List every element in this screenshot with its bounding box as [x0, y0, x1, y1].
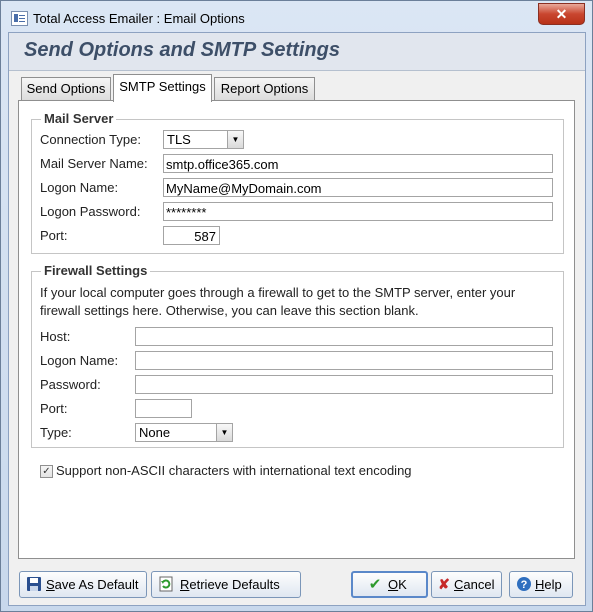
- smtp-settings-panel: Mail Server Connection Type: TLS ▼ Mail …: [18, 100, 575, 559]
- tab-smtp-settings[interactable]: SMTP Settings: [113, 74, 212, 102]
- help-icon: ?: [516, 576, 532, 592]
- port-input[interactable]: 587: [163, 226, 220, 245]
- firewall-description-line1: If your local computer goes through a fi…: [40, 285, 516, 300]
- logon-name-input[interactable]: MyName@MyDomain.com: [163, 178, 553, 197]
- help-button[interactable]: ? Help: [509, 571, 573, 598]
- retrieve-defaults-button[interactable]: Retrieve Defaults: [151, 571, 301, 598]
- chevron-down-icon[interactable]: ▼: [227, 131, 243, 148]
- cancel-x-icon: ✘: [438, 576, 450, 592]
- page-title: Send Options and SMTP Settings: [24, 39, 340, 61]
- form-client-area: Send Options and SMTP Settings Send Opti…: [8, 32, 586, 606]
- fw-password-input[interactable]: [135, 375, 553, 394]
- unicode-checkbox[interactable]: ✓: [40, 465, 53, 478]
- retrieve-defaults-label: Retrieve Defaults: [180, 577, 280, 592]
- fw-logon-name-label: Logon Name:: [40, 353, 119, 368]
- ok-button[interactable]: ✔ OK: [351, 571, 428, 598]
- title-bar[interactable]: Total Access Emailer : Email Options ✕: [1, 1, 592, 33]
- svg-text:?: ?: [521, 579, 528, 591]
- fw-type-value: None: [139, 425, 171, 440]
- form-icon: [11, 11, 28, 26]
- chevron-down-icon[interactable]: ▼: [216, 424, 232, 441]
- tab-send-options[interactable]: Send Options: [21, 77, 111, 100]
- connection-type-select[interactable]: TLS ▼: [163, 130, 244, 149]
- save-as-default-label: Save As Default: [46, 577, 139, 592]
- fw-port-label: Port:: [40, 401, 68, 416]
- tab-report-options[interactable]: Report Options: [214, 77, 315, 100]
- port-label: Port:: [40, 228, 68, 243]
- connection-type-value: TLS: [167, 132, 191, 147]
- mail-server-title: Mail Server: [41, 111, 117, 126]
- logon-password-input[interactable]: ********: [163, 202, 553, 221]
- fw-type-label: Type:: [40, 425, 72, 440]
- form-header: Send Options and SMTP Settings: [9, 33, 585, 71]
- cancel-button[interactable]: ✘ Cancel: [431, 571, 502, 598]
- fw-host-label: Host:: [40, 329, 71, 344]
- connection-type-label: Connection Type:: [40, 132, 141, 147]
- firewall-description-line2: firewall settings here. Otherwise, you c…: [40, 303, 419, 318]
- fw-host-input[interactable]: [135, 327, 553, 346]
- refresh-document-icon: [158, 576, 174, 592]
- unicode-option-label: Support non-ASCII characters with intern…: [56, 463, 412, 478]
- logon-name-label: Logon Name:: [40, 180, 119, 195]
- fw-logon-name-input[interactable]: [135, 351, 553, 370]
- logon-password-label: Logon Password:: [40, 204, 141, 219]
- firewall-title: Firewall Settings: [41, 263, 151, 278]
- server-name-label: Mail Server Name:: [40, 156, 148, 171]
- ok-label: OK: [388, 577, 407, 592]
- save-as-default-button[interactable]: Save As Default: [19, 571, 147, 598]
- save-disk-icon: [26, 576, 42, 592]
- fw-port-input[interactable]: [135, 399, 192, 418]
- checkmark-icon: ✔: [368, 576, 382, 593]
- options-window: Total Access Emailer : Email Options ✕ S…: [0, 0, 593, 612]
- fw-type-select[interactable]: None ▼: [135, 423, 233, 442]
- window-title: Total Access Emailer : Email Options: [33, 11, 245, 26]
- server-name-input[interactable]: smtp.office365.com: [163, 154, 553, 173]
- cancel-label: Cancel: [454, 577, 495, 592]
- fw-password-label: Password:: [40, 377, 101, 392]
- help-label: Help: [535, 577, 562, 592]
- close-button[interactable]: ✕: [538, 3, 585, 25]
